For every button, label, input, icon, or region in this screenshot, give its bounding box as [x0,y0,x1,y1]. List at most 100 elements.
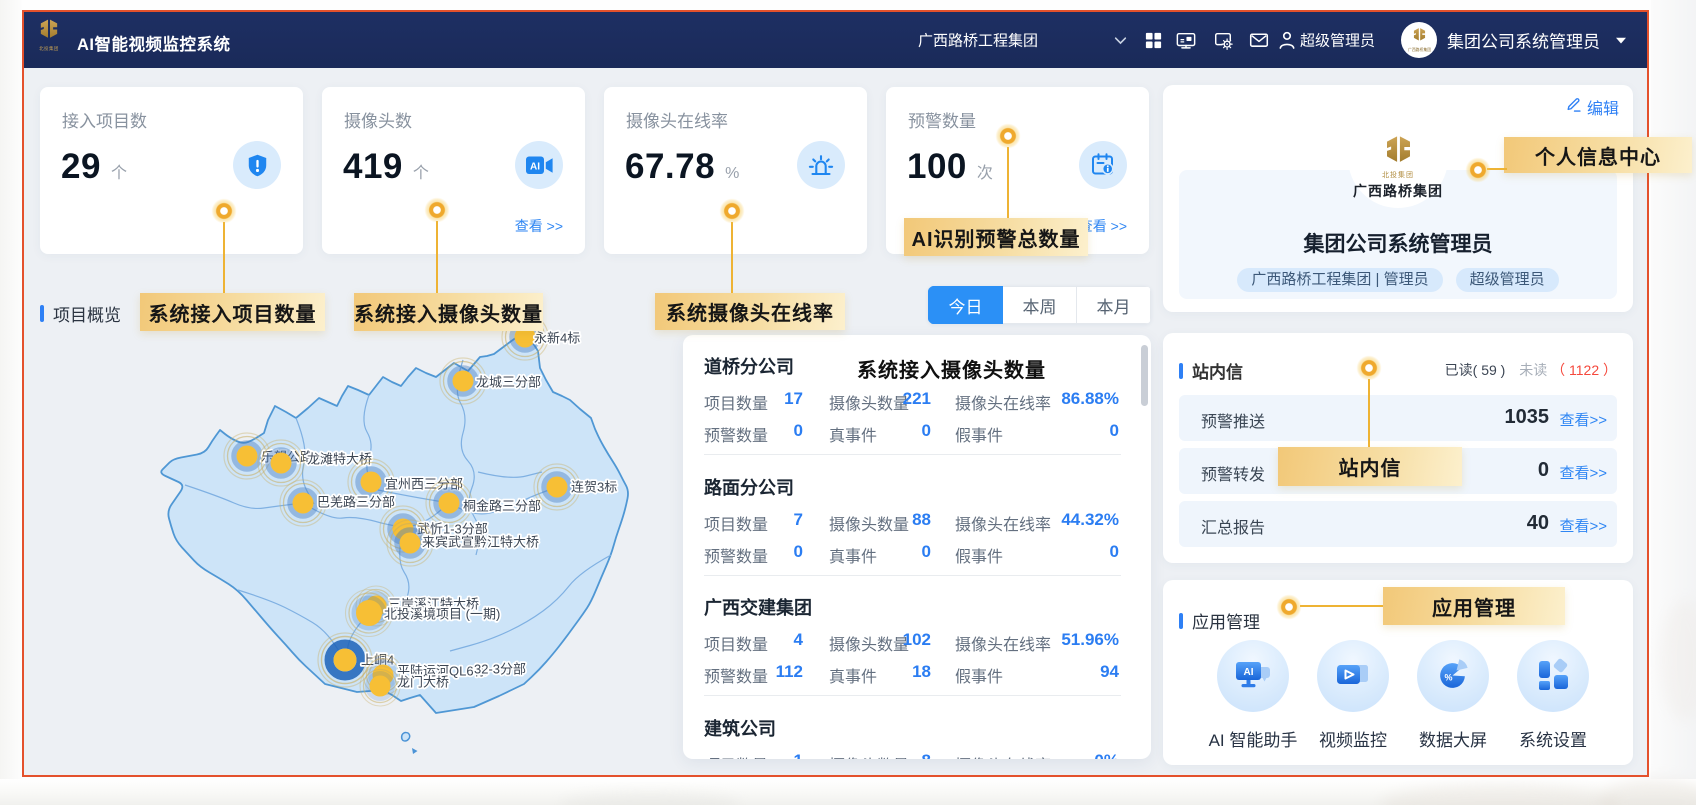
tab-本月[interactable]: 本月 [1077,286,1151,324]
stat-value: 44.32% [1061,510,1119,530]
svg-text:AI: AI [530,161,540,172]
annotation-ring [719,198,745,224]
company-stats-row: 预警数量 0 真事件 0 假事件 0 [704,542,1130,562]
message-view-link[interactable]: 查看>> [1559,462,1607,483]
app-item-4[interactable]: 系统设置 [1493,640,1613,751]
stat-value: 112 [776,662,803,682]
tab-本周[interactable]: 本周 [1003,286,1077,324]
stat-value: 0 [1110,421,1119,441]
company-stats-row: 项目数量 4 摄像头数量 102 摄像头在线率 51.96% [704,630,1130,650]
stat-label: 预警数量 [704,543,768,567]
svg-text:%: % [1444,673,1452,683]
messages-read-state: 已读( 59 ) 未读 （ 1122 ） [1445,360,1617,380]
ai-assistant-icon: AI [1217,640,1289,712]
stat-card-unit: 个 [413,159,429,183]
stat-card-title: 摄像头在线率 [626,107,728,132]
brand-emblem-icon [36,18,62,45]
stat-label: 预警数量 [704,663,768,687]
message-count: 40 [1527,512,1549,535]
chevron-down-icon[interactable] [1110,30,1130,50]
profile-badge: 超级管理员 [1456,268,1559,292]
message-view-link[interactable]: 查看>> [1559,515,1607,536]
company-stats-panel[interactable]: 道桥分公司 项目数量 17 摄像头数量 221 摄像头在线率 86.88% 预警… [683,335,1151,759]
profile-brand-name: 广西路桥集团 [1163,181,1633,201]
annotation-ring [1276,594,1302,620]
map-marker[interactable]: 32-3分部 [474,662,526,677]
current-user[interactable]: 集团公司系统管理员 [1447,28,1600,53]
stat-label: 摄像头在线率 [955,631,1051,655]
time-range-tabs: 今日本周本月 [928,286,1151,324]
org-switcher[interactable]: 广西路桥工程集团 [918,30,1038,51]
stat-value: 51.96% [1061,630,1119,650]
top-navbar: 北投集团 AI智能视频监控系统 广西路桥工程集团 超级管理员 广西路桥集团 集团… [24,12,1647,68]
stat-card-title: 预警数量 [908,107,976,132]
messages-title-text: 站内信 [1192,358,1243,383]
company-block: 路面分公司 项目数量 7 摄像头数量 88 摄像头在线率 44.32% 预警数量… [704,474,1130,500]
siren-icon [797,141,845,189]
video-monitor-icon [1317,640,1389,712]
message-label: 预警转发 [1201,461,1265,485]
map-marker-label: 桐金路三分部 [463,499,541,514]
pencil-icon [1565,96,1582,118]
caret-down-icon[interactable] [1611,30,1631,50]
stat-label: 摄像头数量 [829,631,909,655]
apps-title-text: 应用管理 [1192,608,1260,633]
document-gear-icon[interactable] [1213,30,1233,50]
message-view-link[interactable]: 查看>> [1559,409,1607,430]
mail-icon[interactable] [1249,30,1269,50]
scrollbar-thumb[interactable] [1141,345,1148,406]
company-stats-row: 预警数量 112 真事件 18 假事件 94 [704,662,1130,682]
stat-value: 0 [794,421,803,441]
map-marker-label: 来宾武宣黔江特大桥 [422,535,539,550]
avatar[interactable]: 广西路桥集团 [1401,22,1437,58]
annotation-ring [1356,355,1382,381]
annotation-connector [436,221,438,293]
stat-label: 假事件 [955,663,1003,687]
unread-label[interactable]: 未读 [1519,362,1547,378]
divider [704,695,1121,696]
section-title-project-overview: 项目概览 [40,301,121,326]
edit-label: 编辑 [1587,95,1619,119]
messages-title-bar [1179,363,1183,379]
apps-grid-icon[interactable] [1143,30,1163,50]
unread-count[interactable]: （ 1122 ） [1551,362,1617,378]
annotation-callout: 站内信 [1278,447,1462,486]
stat-value: 221 [903,389,931,409]
stat-label: 真事件 [829,663,877,687]
stat-label: 假事件 [955,543,1003,567]
stat-label: 摄像头在线率 [955,390,1051,414]
apps-title: 应用管理 [1179,608,1260,633]
brand-logo: 北投集团 [36,16,62,64]
stat-value: 0 [1110,542,1119,562]
annotation-text: 系统接入摄像头数量 [857,354,1046,383]
stat-label: 真事件 [829,543,877,567]
stat-card-1: 接入项目数 29 个 [40,87,303,254]
read-count[interactable]: 已读( 59 ) [1445,362,1506,378]
monitor-icon[interactable] [1176,30,1196,50]
annotation-connector [1368,379,1370,447]
edit-profile-button[interactable]: 编辑 [1565,95,1619,119]
profile-user-name: 集团公司系统管理员 [1163,228,1633,258]
stat-value: 86.88% [1061,389,1119,409]
role-label: 超级管理员 [1300,30,1375,51]
stat-value: 7 [794,510,803,530]
stat-label: 摄像头数量 [829,390,909,414]
shield-alert-icon [233,141,281,189]
stat-value: 17 [784,389,803,409]
page-left-margin [0,0,22,779]
brand-logo-text: 北投集团 [37,45,60,51]
company-name: 广西交建集团 [704,594,1130,620]
stat-value: 4 [794,630,803,650]
map-marker-label: 北投溪境项目 (一期) [384,607,500,622]
stat-value: 0 [922,421,931,441]
stat-card-unit: 个 [111,159,127,183]
view-more-link[interactable]: 查看 >> [515,216,563,236]
guangxi-map[interactable]: 永新4标龙城三分部乐望公路龙滩特大桥宜州西三分部巴羌路三分部桐金路三分部连贺3标… [150,320,670,777]
profile-badge: 广西路桥工程集团 | 管理员 [1237,268,1442,292]
screenshot-canvas: 北投集团 AI智能视频监控系统 广西路桥工程集团 超级管理员 广西路桥集团 集团… [0,0,1696,805]
tab-今日[interactable]: 今日 [928,286,1003,324]
user-icon[interactable] [1277,30,1297,50]
message-label: 汇总报告 [1201,514,1265,538]
stat-card-title: 接入项目数 [62,107,147,132]
system-settings-icon [1517,640,1589,712]
